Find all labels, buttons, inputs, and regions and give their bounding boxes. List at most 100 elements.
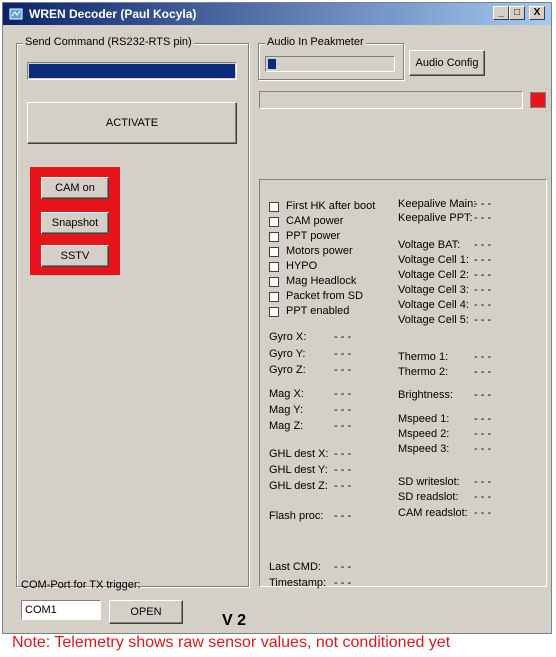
status-flag-label: CAM power bbox=[286, 215, 344, 227]
status-flag-checkbox[interactable] bbox=[269, 262, 279, 272]
telemetry-value: - - - bbox=[474, 254, 492, 266]
telemetry-label: Keepalive Main: bbox=[398, 198, 477, 210]
status-flag-checkbox[interactable] bbox=[269, 217, 279, 227]
open-button[interactable]: OPEN bbox=[109, 600, 183, 624]
telemetry-label: CAM readslot: bbox=[398, 507, 468, 519]
telemetry-label: Voltage Cell 5: bbox=[398, 314, 469, 326]
status-flag-checkbox[interactable] bbox=[269, 232, 279, 242]
window-title: WREN Decoder (Paul Kocyla) bbox=[29, 7, 197, 21]
version-label: V 2 bbox=[222, 612, 247, 629]
com-port-input[interactable]: COM1 bbox=[21, 600, 101, 620]
telemetry-value: - - - bbox=[334, 331, 352, 343]
sstv-button[interactable]: SSTV bbox=[41, 245, 109, 267]
telemetry-value: - - - bbox=[334, 577, 352, 589]
telemetry-label: Voltage Cell 2: bbox=[398, 269, 469, 281]
telemetry-value: - - - bbox=[474, 428, 492, 440]
telemetry-label: Voltage BAT: bbox=[398, 239, 461, 251]
telemetry-label: Mag X: bbox=[269, 388, 304, 400]
status-indicator bbox=[530, 92, 546, 108]
telemetry-value: - - - bbox=[334, 420, 352, 432]
signal-bar bbox=[259, 91, 523, 109]
telemetry-label: Brightness: bbox=[398, 389, 454, 401]
maximize-button[interactable]: □ bbox=[509, 6, 525, 20]
status-flag-checkbox[interactable] bbox=[269, 247, 279, 257]
telemetry-value: - - - bbox=[474, 198, 492, 210]
telemetry-label: Mspeed 3: bbox=[398, 443, 450, 455]
send-progress-bar bbox=[27, 62, 237, 80]
telemetry-value: - - - bbox=[334, 561, 352, 573]
telemetry-label: SD readslot: bbox=[398, 491, 459, 503]
telemetry-value: - - - bbox=[474, 476, 492, 488]
audio-peakmeter-label: Audio In Peakmeter bbox=[265, 36, 366, 48]
telemetry-label: GHL dest Y: bbox=[269, 464, 328, 476]
audio-peakmeter-group: Audio In Peakmeter bbox=[258, 36, 404, 80]
telemetry-label: Mag Y: bbox=[269, 404, 304, 416]
telemetry-label: Voltage Cell 1: bbox=[398, 254, 469, 266]
telemetry-label: Timestamp: bbox=[269, 577, 327, 589]
telemetry-value: - - - bbox=[334, 364, 352, 376]
status-flag-label: Packet from SD bbox=[286, 290, 364, 302]
status-flag-checkbox[interactable] bbox=[269, 307, 279, 317]
telemetry-value: - - - bbox=[474, 239, 492, 251]
audio-peakmeter-fill bbox=[268, 59, 276, 69]
minimize-button[interactable]: _ bbox=[493, 6, 509, 20]
telemetry-label: SD writeslot: bbox=[398, 476, 460, 488]
title-bar: WREN Decoder (Paul Kocyla) _ □ X bbox=[3, 3, 551, 25]
telemetry-value: - - - bbox=[474, 351, 492, 363]
telemetry-label: Thermo 1: bbox=[398, 351, 449, 363]
send-command-group: Send Command (RS232-RTS pin) ACTIVATE CA… bbox=[16, 36, 249, 587]
app-window: WREN Decoder (Paul Kocyla) _ □ X Send Co… bbox=[2, 2, 552, 634]
telemetry-note: Note: Telemetry shows raw sensor values,… bbox=[12, 634, 451, 651]
telemetry-label: Mspeed 1: bbox=[398, 413, 450, 425]
telemetry-label: Mag Z: bbox=[269, 420, 304, 432]
status-flag-label: PPT power bbox=[286, 230, 341, 242]
telemetry-value: - - - bbox=[474, 507, 492, 519]
telemetry-value: - - - bbox=[474, 491, 492, 503]
telemetry-value: - - - bbox=[474, 212, 492, 224]
telemetry-value: - - - bbox=[334, 348, 352, 360]
telemetry-label: Voltage Cell 4: bbox=[398, 299, 469, 311]
telemetry-value: - - - bbox=[474, 366, 492, 378]
telemetry-value: - - - bbox=[474, 389, 492, 401]
status-flag-checkbox[interactable] bbox=[269, 292, 279, 302]
telemetry-label: Gyro Y: bbox=[269, 348, 306, 360]
telemetry-label: GHL dest Z: bbox=[269, 480, 328, 492]
telemetry-label: GHL dest X: bbox=[269, 448, 329, 460]
activate-button[interactable]: ACTIVATE bbox=[27, 102, 237, 144]
audio-peakmeter-bar bbox=[265, 56, 395, 72]
com-port-label: COM-Port for TX trigger: bbox=[21, 579, 141, 591]
status-flag-checkbox[interactable] bbox=[269, 277, 279, 287]
status-flag-label: PPT enabled bbox=[286, 305, 350, 317]
telemetry-value: - - - bbox=[474, 284, 492, 296]
telemetry-value: - - - bbox=[334, 464, 352, 476]
telemetry-label: Last CMD: bbox=[269, 561, 321, 573]
send-command-label: Send Command (RS232-RTS pin) bbox=[23, 36, 194, 48]
status-flag-label: Mag Headlock bbox=[286, 275, 357, 287]
close-button[interactable]: X bbox=[529, 6, 545, 20]
telemetry-label: Mspeed 2: bbox=[398, 428, 450, 440]
audio-config-button[interactable]: Audio Config bbox=[409, 50, 485, 76]
telemetry-label: Keepalive PPT: bbox=[398, 212, 473, 224]
snapshot-button[interactable]: Snapshot bbox=[41, 212, 109, 234]
status-flag-checkbox[interactable] bbox=[269, 202, 279, 212]
telemetry-value: - - - bbox=[334, 480, 352, 492]
telemetry-value: - - - bbox=[334, 448, 352, 460]
telemetry-label: Voltage Cell 3: bbox=[398, 284, 469, 296]
telemetry-value: - - - bbox=[474, 269, 492, 281]
telemetry-label: Thermo 2: bbox=[398, 366, 449, 378]
telemetry-value: - - - bbox=[474, 299, 492, 311]
telemetry-panel: First HK after boot CAM power PPT power Mot… bbox=[259, 179, 547, 589]
status-flag-label: First HK after boot bbox=[286, 200, 376, 212]
telemetry-value: - - - bbox=[474, 413, 492, 425]
telemetry-label: Gyro X: bbox=[269, 331, 307, 343]
telemetry-value: - - - bbox=[334, 404, 352, 416]
send-progress-fill bbox=[29, 64, 235, 78]
telemetry-value: - - - bbox=[334, 388, 352, 400]
telemetry-label: Flash proc: bbox=[269, 510, 324, 522]
telemetry-value: - - - bbox=[474, 443, 492, 455]
app-icon bbox=[9, 7, 23, 21]
telemetry-value: - - - bbox=[334, 510, 352, 522]
cam-on-button[interactable]: CAM on bbox=[41, 177, 109, 199]
status-flag-label: Motors power bbox=[286, 245, 353, 257]
status-flag-label: HYPO bbox=[286, 260, 318, 272]
